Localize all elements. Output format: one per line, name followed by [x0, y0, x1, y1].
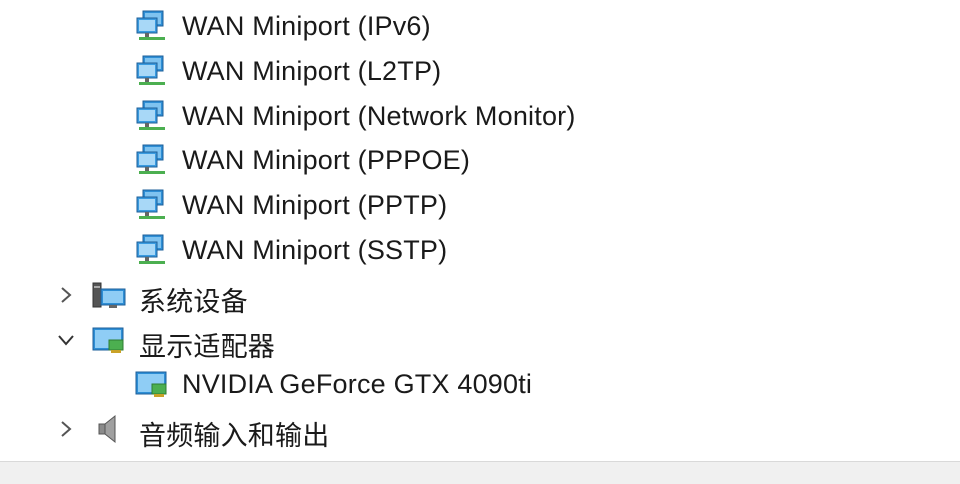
chevron-right-icon[interactable]	[54, 417, 78, 441]
status-bar	[0, 461, 960, 484]
device-tree: WAN Miniport (IPv6) WAN Miniport (L2TP) …	[0, 4, 960, 452]
tree-item-wan-l2tp[interactable]: WAN Miniport (L2TP)	[0, 49, 960, 94]
display-adapter-icon	[134, 366, 170, 402]
tree-item-label: 音频输入和输出	[139, 421, 330, 452]
tree-item-display-adapters[interactable]: 显示适配器	[0, 318, 960, 363]
tree-item-wan-sstp[interactable]: WAN Miniport (SSTP)	[0, 228, 960, 273]
display-adapter-icon	[91, 322, 127, 358]
tree-item-label: 系统设备	[139, 286, 248, 317]
chevron-down-icon[interactable]	[54, 328, 78, 352]
network-adapter-icon	[134, 98, 170, 134]
tree-item-label: WAN Miniport (SSTP)	[182, 234, 448, 265]
network-adapter-icon	[134, 53, 170, 89]
tree-item-label: WAN Miniport (IPv6)	[182, 11, 431, 41]
tree-item-label: NVIDIA GeForce GTX 4090ti	[182, 369, 533, 400]
network-adapter-icon	[134, 187, 170, 223]
tree-item-label: WAN Miniport (PPTP)	[182, 190, 448, 221]
tree-item-system-devices[interactable]: 系统设备	[0, 273, 960, 318]
network-adapter-icon	[134, 8, 170, 44]
tree-item-label: WAN Miniport (PPPOE)	[182, 145, 471, 176]
network-adapter-icon	[134, 232, 170, 268]
tree-item-wan-network-monitor[interactable]: WAN Miniport (Network Monitor)	[0, 94, 960, 139]
tree-item-wan-ipv6[interactable]: WAN Miniport (IPv6)	[0, 4, 960, 49]
tree-item-label: WAN Miniport (L2TP)	[182, 55, 442, 86]
tree-item-wan-pppoe[interactable]: WAN Miniport (PPPOE)	[0, 138, 960, 183]
tree-item-nvidia-gpu[interactable]: NVIDIA GeForce GTX 4090ti	[0, 362, 960, 407]
tree-item-label: WAN Miniport (Network Monitor)	[182, 100, 576, 131]
tree-item-audio-io[interactable]: 音频输入和输出	[0, 407, 960, 452]
chevron-right-icon[interactable]	[54, 283, 78, 307]
speaker-icon	[91, 411, 127, 447]
network-adapter-icon	[134, 142, 170, 178]
tree-item-wan-pptp[interactable]: WAN Miniport (PPTP)	[0, 183, 960, 228]
system-devices-icon	[91, 277, 127, 313]
tree-item-label: 显示适配器	[139, 331, 275, 362]
